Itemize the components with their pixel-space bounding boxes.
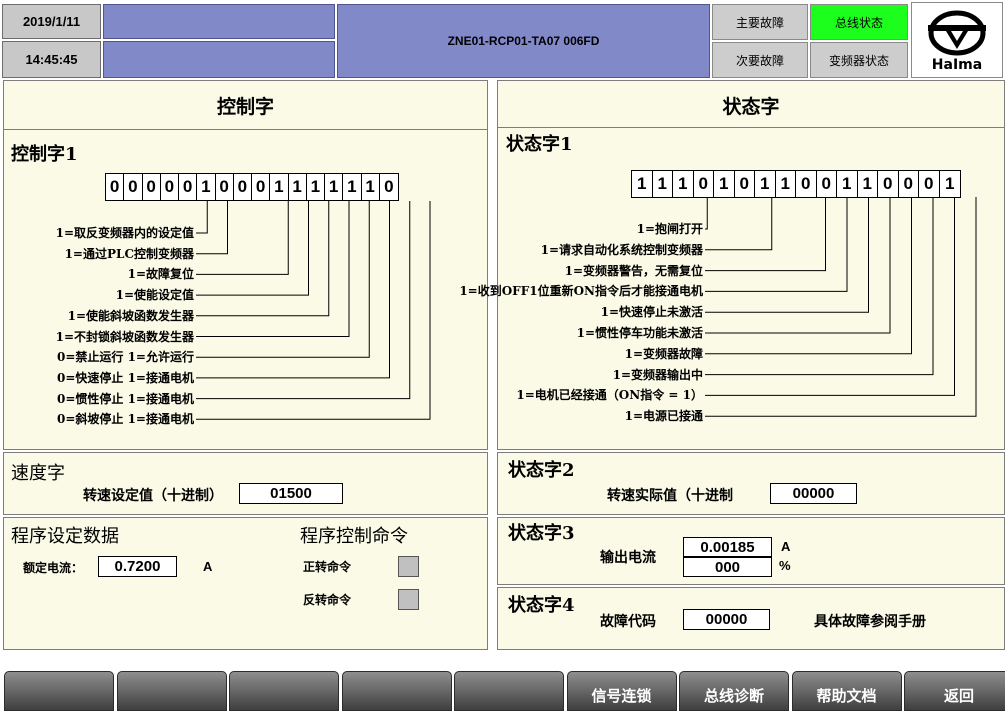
footer-button-blank[interactable] [454,671,564,711]
leader-line [705,197,912,355]
output-current-unit: A [781,539,791,554]
leader-line [705,197,773,251]
footer-button-blank[interactable] [229,671,339,711]
footer-button-blank[interactable] [116,671,227,711]
fault-manual-note: 具体故障参阅手册 [814,614,926,630]
leader-line [705,197,955,396]
footer-button[interactable]: 总线诊断 [679,671,789,711]
footer-button[interactable]: 帮助文档 [791,671,902,711]
actual-speed-value: 00000 [770,483,857,504]
footer-button[interactable]: 返回 [904,671,1005,711]
output-percent-unit: % [779,558,791,573]
fault-code-label: 故障代码 [600,614,656,630]
footer-button-blank[interactable] [341,671,452,711]
fault-code-value: 00000 [683,609,770,630]
leader-line [705,197,826,272]
output-current-value: 0.00185 [683,537,772,557]
status-word-2-label: 状态字2 [508,460,575,481]
output-percent-value: 000 [683,557,772,577]
leader-line [705,197,708,230]
leader-line [705,197,934,376]
actual-speed-label: 转速实际值（十进制 [607,488,733,504]
footer-button[interactable]: 信号连锁 [566,671,677,711]
status-word-3-label: 状态字3 [508,523,575,544]
status-word-4-label: 状态字4 [508,595,575,616]
footer-button-blank[interactable] [4,671,114,711]
output-current-label: 输出电流 [600,550,656,566]
leader-line [705,197,869,313]
leader-line [705,197,977,417]
